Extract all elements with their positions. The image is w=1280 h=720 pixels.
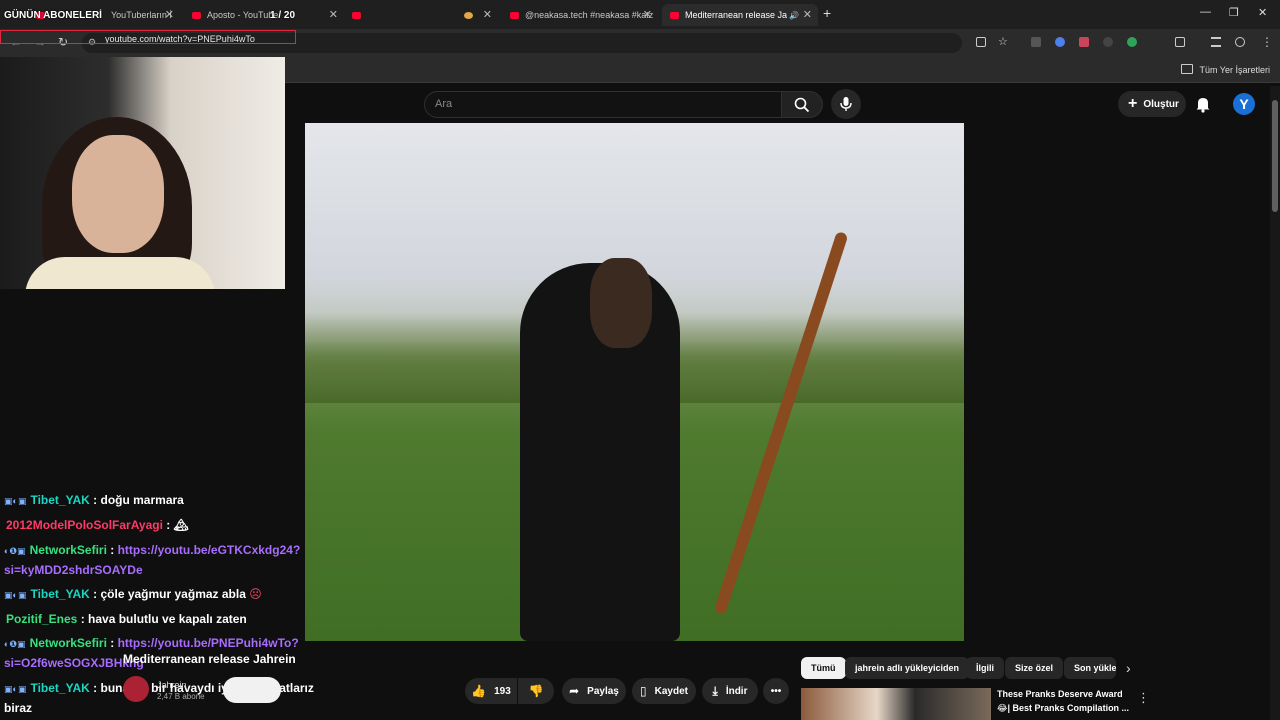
share-button[interactable]: ➦ Paylaş: [562, 678, 626, 704]
recommendation-thumbnail[interactable]: [801, 688, 991, 720]
more-actions-button[interactable]: •••: [763, 678, 789, 704]
bookmark-star-icon[interactable]: ☆: [998, 35, 1008, 48]
streamer-webcam: [0, 57, 285, 289]
new-tab-button[interactable]: +: [823, 5, 831, 21]
chip-from-uploader[interactable]: jahrein adlı yükleyiciden: [845, 657, 970, 679]
extension-icon[interactable]: [1055, 37, 1065, 47]
overlay-title: GÜNÜN ABONELERİ: [4, 10, 102, 21]
search-input[interactable]: Ara: [435, 98, 452, 110]
extensions-puzzle-icon[interactable]: [1175, 37, 1185, 47]
chip-for-you[interactable]: Size özel: [1005, 657, 1064, 679]
extension-icon[interactable]: [1031, 37, 1041, 47]
notifications-bell-icon[interactable]: [1195, 95, 1211, 113]
save-button[interactable]: ▯ Kaydet: [632, 678, 696, 704]
chat-message: ◐❶▣ NetworkSefiri : https://youtu.be/eGTK…: [4, 543, 301, 557]
video-player[interactable]: [305, 123, 964, 641]
voice-search-button[interactable]: [831, 89, 861, 119]
extension-icon[interactable]: [1103, 37, 1113, 47]
recommendation-title-line2[interactable]: 😂| Best Pranks Compilation ...: [997, 703, 1129, 714]
download-button[interactable]: ⤓ İndir: [702, 678, 758, 704]
youtube-favicon-icon: [510, 11, 519, 19]
recommendation-title[interactable]: These Pranks Deserve Award: [997, 689, 1123, 699]
tab-mediterranean[interactable]: Mediterranean release Jahre 🔊 ✕: [662, 4, 818, 26]
search-button[interactable]: [781, 91, 823, 118]
tab-favicon-icon: [464, 11, 473, 19]
install-app-icon[interactable]: [976, 37, 986, 47]
extension-icon[interactable]: [1127, 37, 1137, 47]
scrollbar-thumb[interactable]: [1272, 100, 1278, 212]
channel-name[interactable]: Jahrein: [157, 680, 187, 690]
search-icon: [794, 97, 810, 113]
close-tab-icon[interactable]: ✕: [483, 8, 492, 21]
thumbs-down-icon: 👎: [528, 684, 544, 698]
create-button[interactable]: + Oluştur: [1118, 91, 1186, 117]
restore-button[interactable]: ❐: [1229, 6, 1239, 19]
close-tab-icon[interactable]: ✕: [329, 8, 338, 21]
screen: YouTuberların İ ✕ Aposto - YouTube ✕ ✕ @…: [0, 0, 1280, 720]
browser-menu-icon[interactable]: ⋮: [1261, 35, 1273, 49]
more-horizontal-icon: •••: [770, 685, 782, 697]
emote-icon: ☹: [249, 587, 262, 601]
chip-related[interactable]: İlgili: [966, 657, 1004, 679]
video-frame-bow: [713, 230, 849, 616]
extension-icon[interactable]: [1079, 37, 1089, 47]
chevron-right-icon[interactable]: ›: [1126, 660, 1131, 676]
video-frame-head: [590, 258, 652, 348]
close-window-button[interactable]: ✕: [1258, 6, 1267, 19]
minimize-button[interactable]: —: [1200, 6, 1211, 18]
webcam-shirt: [25, 257, 215, 289]
more-vertical-icon[interactable]: ⋮: [1137, 690, 1150, 706]
chat-message: ▣◐▣ Tibet_YAK : doğu marmara: [4, 493, 184, 507]
chat-badges-icon: ▣◐▣: [4, 684, 27, 694]
channel-avatar[interactable]: [123, 676, 149, 702]
account-avatar[interactable]: Y: [1233, 93, 1255, 115]
overlay-counter: 1 / 20: [270, 10, 296, 21]
download-icon: ⤓: [712, 683, 718, 698]
video-title: Mediterranean release Jahrein: [123, 652, 296, 666]
thumbs-up-icon: 👍: [471, 684, 487, 698]
like-button[interactable]: 👍 193: [465, 678, 517, 704]
subscribe-button[interactable]: [223, 677, 281, 703]
tab-aposto[interactable]: Aposto - YouTube ✕: [184, 4, 344, 26]
youtube-favicon-icon: [352, 11, 361, 19]
chat-message: Pozitif_Enes : hava bulutlu ve kapalı za…: [6, 612, 247, 626]
close-tab-icon[interactable]: ✕: [165, 8, 174, 21]
youtube-favicon-icon: [670, 11, 679, 19]
chat-message: ▣◐▣ Tibet_YAK : çöle yağmur yağmaz abla ☹: [4, 587, 262, 601]
close-tab-icon[interactable]: ✕: [803, 8, 812, 21]
chat-message: 2012ModelPoloSolFarAyagi : 🏔: [6, 518, 189, 532]
search-box[interactable]: Ara: [424, 91, 782, 118]
reading-list-icon[interactable]: [1211, 37, 1221, 47]
dislike-button[interactable]: 👎: [518, 678, 554, 704]
close-tab-icon[interactable]: ✕: [643, 8, 652, 21]
tab-pinned[interactable]: ✕: [456, 4, 498, 26]
emote-icon: 🏔: [173, 518, 189, 532]
profile-icon[interactable]: [1235, 37, 1245, 47]
chat-message-continued[interactable]: si=kyMDD2shdrSOAYDe: [4, 563, 143, 577]
tab-neakasa[interactable]: @neakasa.tech #neakasa #katz ✕: [502, 4, 658, 26]
tab-youtube-3[interactable]: [344, 4, 452, 26]
chat-message-continued: biraz: [4, 701, 33, 715]
chip-recent[interactable]: Son yükle: [1064, 657, 1116, 679]
subscriber-count: 2,47 B abone: [157, 692, 205, 701]
chip-all[interactable]: Tümü: [801, 657, 846, 679]
chat-badges-icon: ▣◐▣: [4, 590, 27, 600]
share-arrow-icon: ➦: [569, 684, 580, 698]
browser-tab-bar: YouTuberların İ ✕ Aposto - YouTube ✕ ✕ @…: [0, 0, 1280, 29]
chat-badges-icon: ◐❶▣: [4, 639, 26, 649]
speaker-icon[interactable]: 🔊: [789, 11, 799, 20]
chat-badges-icon: ▣◐▣: [4, 496, 27, 506]
overlay-highlight-box: [0, 30, 296, 44]
plus-icon: +: [1128, 95, 1138, 112]
all-bookmarks-folder[interactable]: Tüm Yer İşaretleri: [1181, 64, 1270, 75]
bookmark-icon: ▯: [640, 684, 647, 698]
chat-message: ◐❶▣ NetworkSefiri : https://youtu.be/PNEP…: [4, 636, 299, 650]
microphone-icon: [840, 97, 852, 111]
chat-badges-icon: ◐❶▣: [4, 546, 26, 556]
youtube-favicon-icon: [192, 11, 201, 19]
webcam-face: [72, 135, 164, 253]
